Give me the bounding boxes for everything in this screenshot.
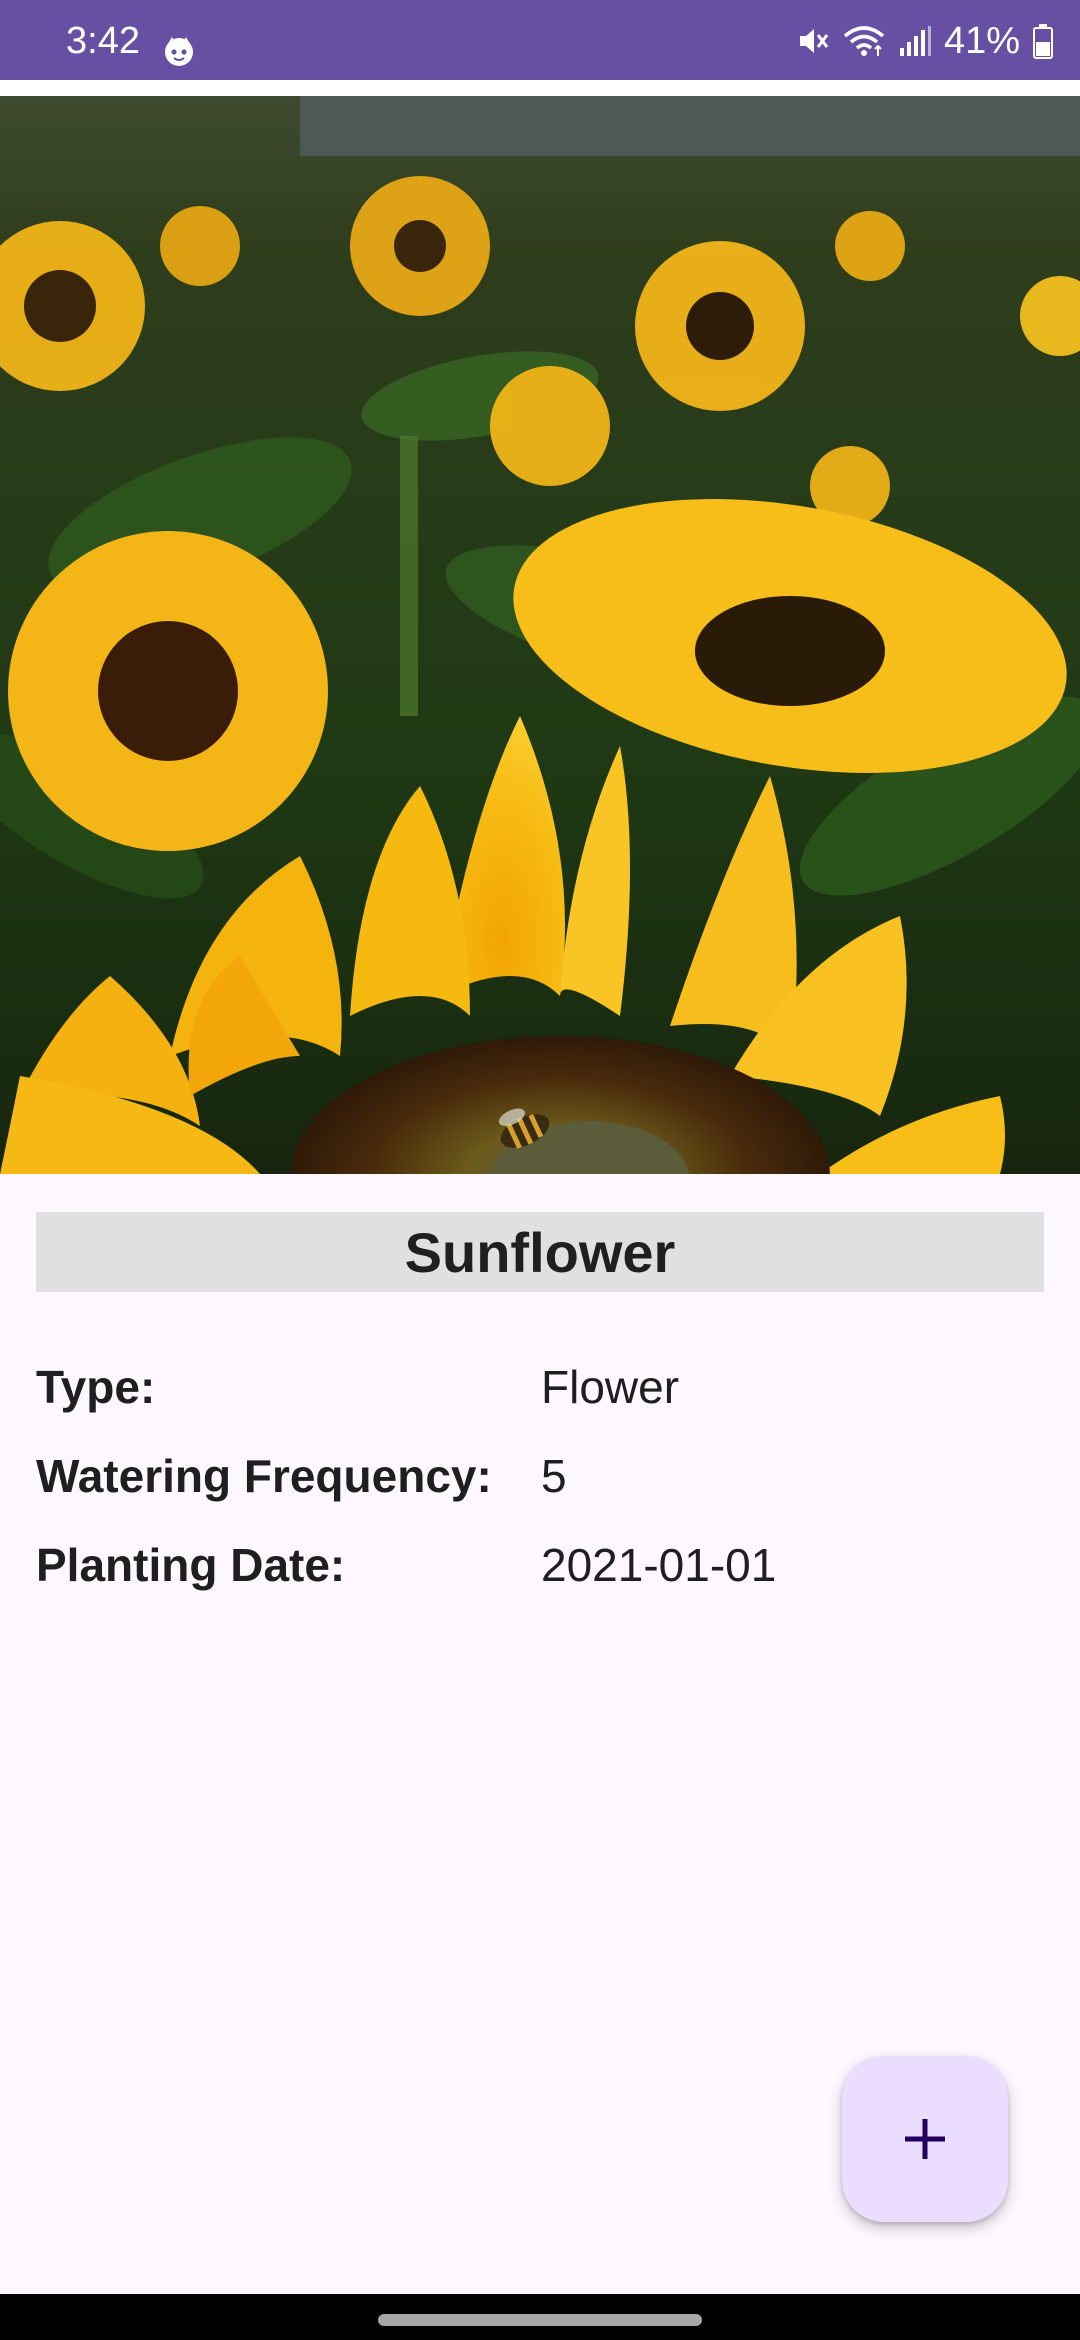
add-fab-button[interactable] bbox=[842, 2056, 1008, 2222]
detail-row-type: Type: Flower bbox=[36, 1352, 1044, 1422]
notification-face-icon bbox=[165, 37, 193, 66]
watering-label: Watering Frequency: bbox=[36, 1450, 492, 1502]
status-icons: 41% bbox=[796, 18, 1054, 64]
wifi-icon bbox=[843, 26, 885, 56]
status-divider bbox=[0, 80, 1080, 96]
detail-row-watering: Watering Frequency: 5 bbox=[36, 1441, 1044, 1511]
mute-icon bbox=[799, 29, 829, 53]
signal-icon bbox=[899, 26, 931, 56]
plant-image bbox=[0, 96, 1080, 1174]
type-value: Flower bbox=[541, 1361, 680, 1413]
detail-row-planting-date: Planting Date: 2021-01-01 bbox=[36, 1530, 1044, 1600]
planting-date-label: Planting Date: bbox=[36, 1539, 346, 1591]
home-gesture-handle[interactable] bbox=[378, 2314, 702, 2326]
plus-icon bbox=[905, 2119, 945, 2159]
watering-value: 5 bbox=[541, 1450, 567, 1502]
status-time: 3:42 bbox=[66, 20, 140, 62]
planting-date-value: 2021-01-01 bbox=[541, 1539, 777, 1591]
battery-percent: 41% bbox=[943, 20, 1020, 62]
navigation-bar bbox=[0, 2294, 1080, 2340]
type-label: Type: bbox=[36, 1361, 156, 1413]
sunflower-photo bbox=[0, 96, 1080, 1174]
plant-name-header: Sunflower bbox=[36, 1212, 1044, 1292]
status-bar: 3:42 41% bbox=[0, 0, 1080, 80]
battery-icon bbox=[1033, 24, 1053, 59]
plant-name: Sunflower bbox=[404, 1220, 676, 1284]
